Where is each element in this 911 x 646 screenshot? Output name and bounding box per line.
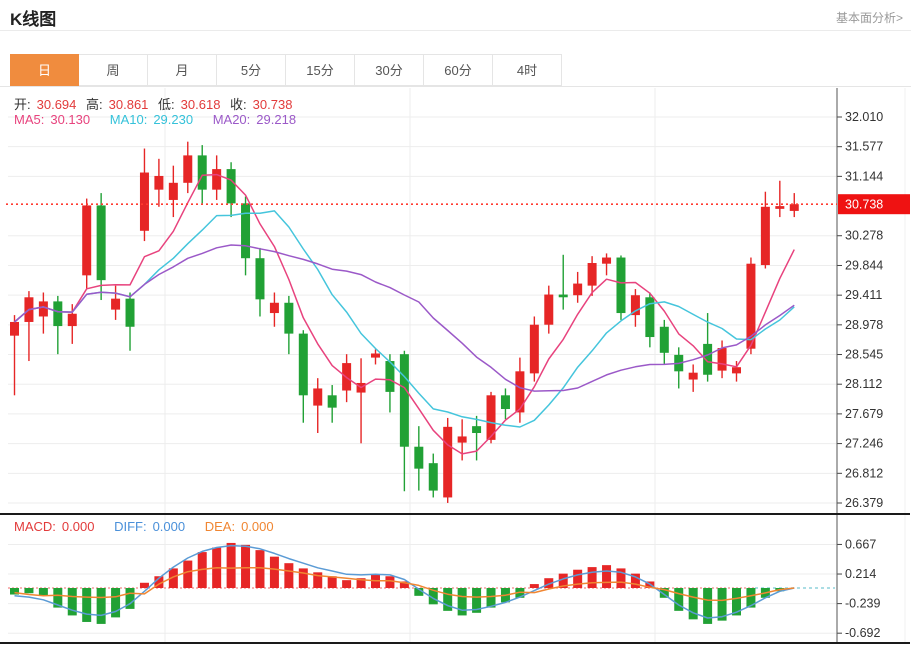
svg-text:29.411: 29.411: [845, 288, 882, 302]
fundamental-analysis-link[interactable]: 基本面分析>: [836, 9, 903, 26]
svg-text:28.978: 28.978: [845, 318, 883, 332]
tab-interval-5[interactable]: 30分: [355, 54, 424, 86]
tab-interval-7[interactable]: 4时: [493, 54, 562, 86]
svg-text:27.246: 27.246: [845, 437, 883, 451]
svg-text:-0.239: -0.239: [845, 597, 880, 611]
tab-interval-3[interactable]: 5分: [217, 54, 286, 86]
close-value: 30.738: [253, 97, 293, 112]
low-label: 低:: [158, 97, 175, 112]
close-label: 收:: [230, 97, 247, 112]
macd-value: 0.000: [62, 519, 95, 534]
ma5-label: MA5:: [14, 112, 44, 127]
ma20-value: 29.218: [256, 112, 296, 127]
high-label: 高:: [86, 97, 103, 112]
diff-value: 0.000: [153, 519, 186, 534]
ma5-value: 30.130: [50, 112, 90, 127]
svg-text:28.545: 28.545: [845, 348, 883, 362]
tab-interval-2[interactable]: 月: [148, 54, 217, 86]
tab-interval-4[interactable]: 15分: [286, 54, 355, 86]
svg-text:0.667: 0.667: [845, 537, 876, 551]
ma10-label: MA10:: [110, 112, 148, 127]
high-value: 30.861: [109, 97, 149, 112]
svg-text:27.679: 27.679: [845, 407, 883, 421]
svg-text:28.112: 28.112: [845, 377, 882, 391]
svg-text:26.812: 26.812: [845, 466, 883, 480]
diff-label: DIFF:: [114, 519, 147, 534]
tab-interval-1[interactable]: 周: [79, 54, 148, 86]
low-value: 30.618: [181, 97, 221, 112]
interval-tab-bar: 日周月5分15分30分60分4时: [10, 54, 562, 86]
ma-legend: MA5: 30.130 MA10: 29.230 MA20: 29.218: [14, 112, 302, 127]
header-divider: [0, 30, 911, 31]
svg-text:26.379: 26.379: [845, 496, 883, 510]
svg-text:0.214: 0.214: [845, 567, 876, 581]
svg-text:-0.692: -0.692: [845, 626, 880, 640]
ohlc-legend: 开: 30.694 高: 30.861 低: 30.618 收: 30.738: [14, 94, 298, 113]
svg-text:29.844: 29.844: [845, 258, 883, 272]
ma10-value: 29.230: [153, 112, 193, 127]
svg-text:31.577: 31.577: [845, 140, 883, 154]
macd-legend: MACD: 0.000 DIFF: 0.000 DEA: 0.000: [14, 519, 280, 534]
kline-chart[interactable]: [0, 88, 837, 643]
tab-interval-0[interactable]: 日: [10, 54, 79, 86]
tab-interval-6[interactable]: 60分: [424, 54, 493, 86]
dea-value: 0.000: [241, 519, 274, 534]
macd-label: MACD:: [14, 519, 56, 534]
ma20-label: MA20:: [213, 112, 251, 127]
page-title: K线图: [10, 5, 56, 30]
open-value: 30.694: [37, 97, 77, 112]
svg-text:30.278: 30.278: [845, 229, 883, 243]
open-label: 开:: [14, 97, 31, 112]
svg-text:30.738: 30.738: [845, 198, 883, 212]
svg-text:31.144: 31.144: [845, 169, 883, 183]
dea-label: DEA:: [205, 519, 235, 534]
svg-text:32.010: 32.010: [845, 110, 883, 124]
